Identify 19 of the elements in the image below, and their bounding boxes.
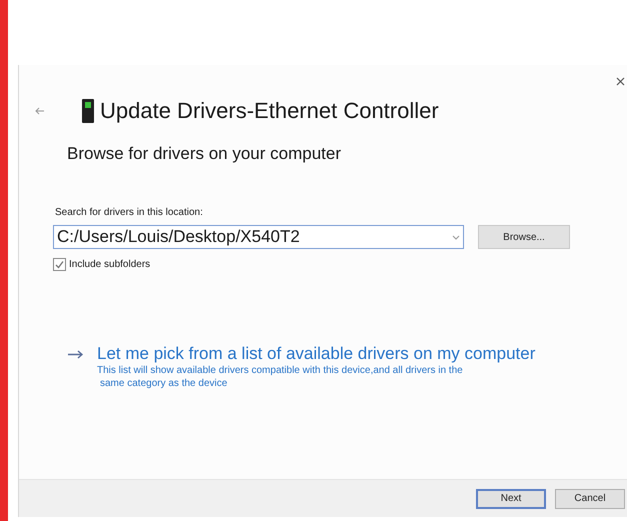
browse-button[interactable]: Browse... — [478, 225, 570, 249]
dialog-button[interactable]: Next — [476, 488, 546, 508]
close-button[interactable] — [616, 77, 625, 86]
back-arrow-icon — [35, 107, 45, 115]
link-description: same category as the device — [99, 377, 228, 390]
dialog-button[interactable]: Cancel — [555, 488, 625, 508]
right-arrow-icon — [68, 350, 84, 359]
dropdown-caret-icon — [452, 234, 460, 240]
network-device-icon — [82, 99, 94, 123]
location-label: Search for drivers in this location: — [55, 206, 204, 220]
location-combo-box[interactable]: C:/Users/Louis/Desktop/X540T2 — [53, 225, 464, 249]
close-icon — [616, 77, 625, 86]
link-description: This list will show available drivers compatible with this device,and all drivers in the — [97, 364, 464, 377]
pick-driver-link[interactable]: Let me pick from a list of available drivers on my computer — [97, 344, 536, 364]
dialog-subtitle: Browse for drivers on your computer — [67, 145, 342, 162]
checkbox-label: Include subfolders — [69, 258, 150, 272]
include-subfolders-checkbox[interactable] — [53, 258, 66, 271]
dialog-title: Update Drivers-Ethernet Controller — [100, 100, 439, 122]
check-icon — [55, 260, 64, 269]
